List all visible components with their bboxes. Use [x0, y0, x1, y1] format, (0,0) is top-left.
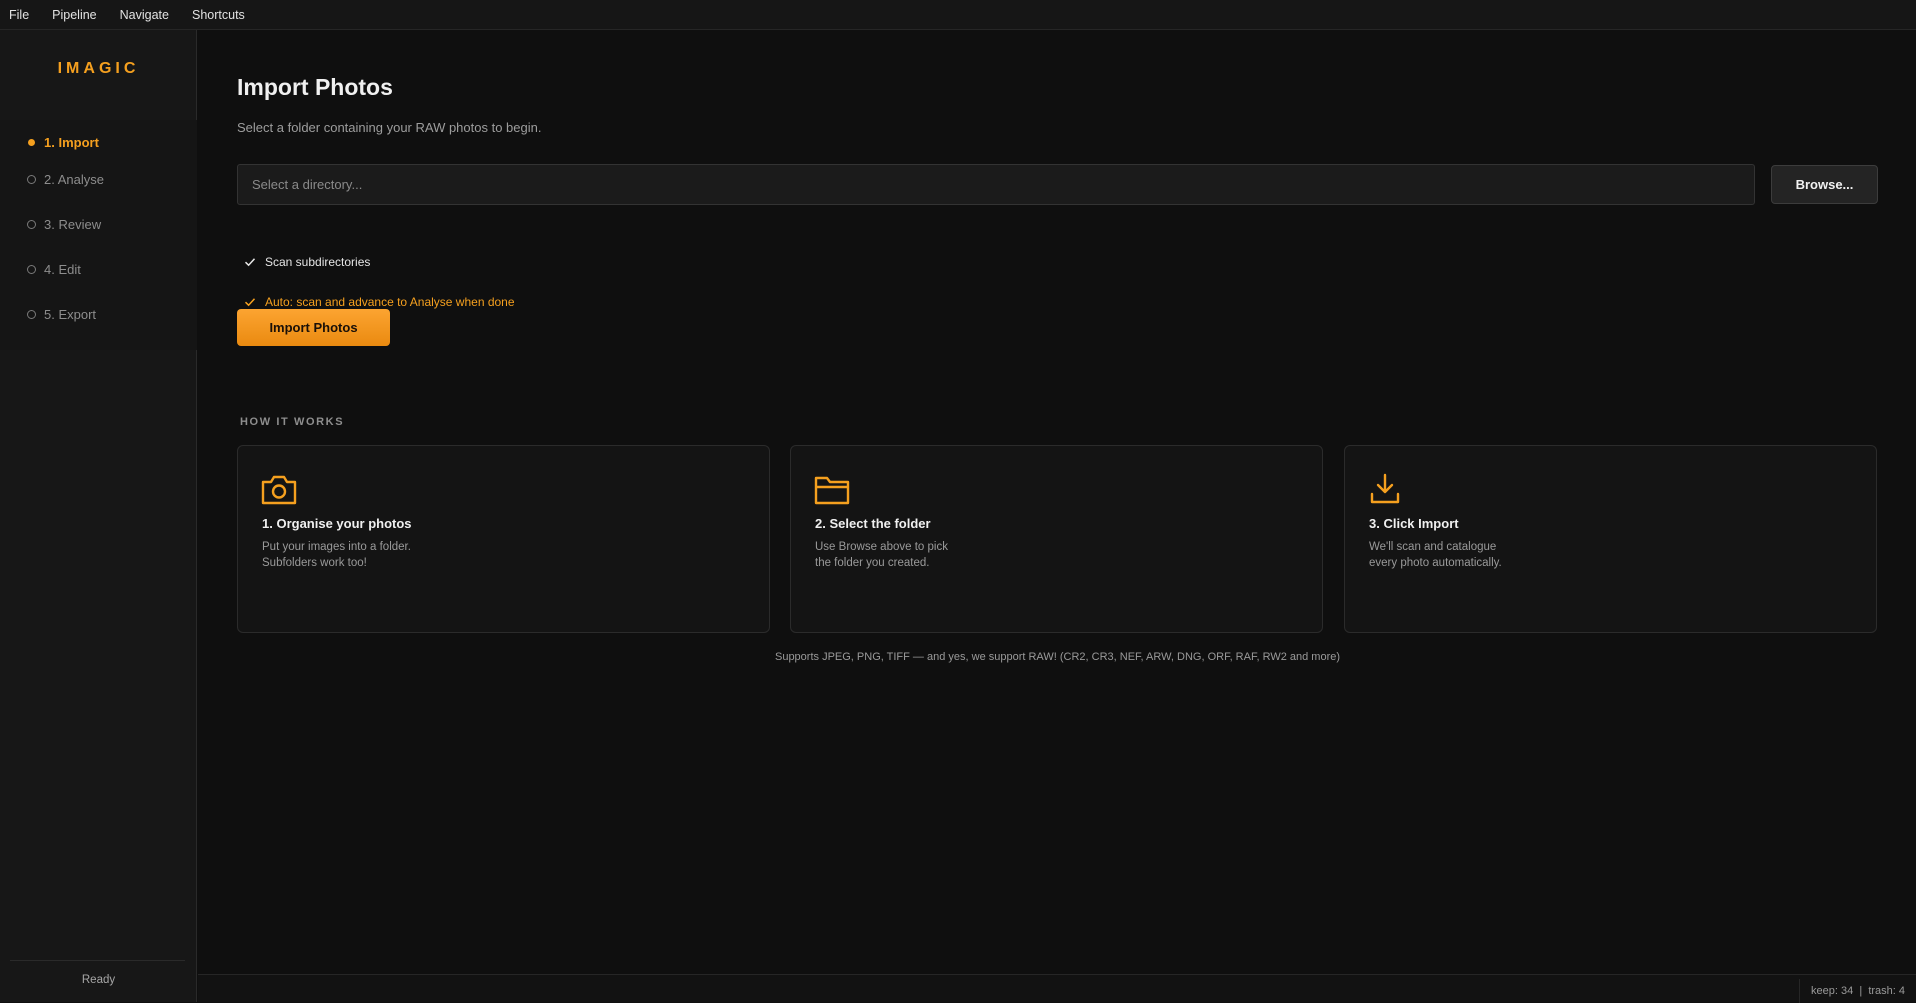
download-icon [1370, 473, 1400, 504]
card-description-line: Use Browse above to pick [815, 541, 948, 553]
card-description-line: the folder you created. [815, 557, 930, 569]
card-description-line: Put your images into a folder. [262, 541, 411, 553]
step-circle-icon [27, 175, 36, 184]
page-subtitle: Select a folder containing your RAW phot… [237, 120, 542, 135]
sidebar-item-analyse[interactable]: 2. Analyse [0, 157, 197, 202]
menu-file[interactable]: File [9, 8, 29, 22]
main-content: Import Photos Select a folder containing… [198, 30, 1916, 974]
step-circle-icon [27, 265, 36, 274]
browse-button[interactable]: Browse... [1771, 165, 1878, 204]
app-logo: IMAGIC [57, 60, 140, 77]
step-circle-icon [27, 310, 36, 319]
checkbox-label: Auto: scan and advance to Analyse when d… [265, 295, 515, 309]
card-description: We'll scan and catalogue every photo aut… [1369, 539, 1502, 571]
card-title: 1. Organise your photos [262, 516, 412, 531]
scan-subdirectories-checkbox[interactable]: Scan subdirectories [243, 255, 370, 269]
sidebar-item-label: 4. Edit [44, 262, 81, 277]
menu-shortcuts[interactable]: Shortcuts [192, 8, 245, 22]
keep-trash-counts: keep: 34 | trash: 4 [1799, 979, 1916, 1003]
step-card-click-import: 3. Click Import We'll scan and catalogue… [1344, 445, 1877, 633]
menu-bar: File Pipeline Navigate Shortcuts [0, 0, 1916, 30]
sidebar-item-export[interactable]: 5. Export [0, 292, 197, 337]
checkbox-label: Scan subdirectories [265, 255, 371, 269]
step-card-select-folder: 2. Select the folder Use Browse above to… [790, 445, 1323, 633]
counts-text: keep: 34 | trash: 4 [1811, 985, 1905, 997]
how-it-works-heading: HOW IT WORKS [240, 416, 345, 428]
step-card-organise: 1. Organise your photos Put your images … [237, 445, 770, 633]
card-description-line: Subfolders work too! [262, 557, 367, 569]
supported-formats-note: Supports JPEG, PNG, TIFF — and yes, we s… [774, 651, 1341, 663]
directory-input[interactable] [237, 164, 1755, 205]
sidebar: IMAGIC 1. Import 2. Analyse 3. Review 4.… [0, 30, 197, 1002]
sidebar-item-label: 2. Analyse [44, 172, 104, 187]
status-bar: keep: 34 | trash: 4 [198, 974, 1916, 1003]
status-text: Ready [81, 974, 116, 986]
sidebar-item-label: 1. Import [44, 135, 99, 150]
sidebar-item-label: 5. Export [44, 307, 97, 322]
folder-icon [814, 476, 850, 505]
sidebar-item-review[interactable]: 3. Review [0, 202, 197, 247]
step-circle-icon [27, 220, 36, 229]
menu-pipeline[interactable]: Pipeline [52, 8, 96, 22]
page-title: Import Photos [237, 74, 393, 100]
checkmark-icon [244, 258, 256, 267]
active-step-dot-icon [28, 139, 35, 146]
pipeline-nav: 1. Import 2. Analyse 3. Review 4. Edit 5… [0, 120, 197, 350]
import-photos-button[interactable]: Import Photos [237, 309, 390, 346]
auto-advance-checkbox[interactable]: Auto: scan and advance to Analyse when d… [243, 295, 515, 309]
camera-icon [261, 475, 297, 505]
card-title: 3. Click Import [1369, 516, 1459, 531]
checkmark-icon [244, 298, 256, 307]
card-description-line: We'll scan and catalogue [1369, 541, 1497, 553]
card-description-line: every photo automatically. [1369, 557, 1502, 569]
sidebar-item-label: 3. Review [44, 217, 102, 232]
sidebar-item-edit[interactable]: 4. Edit [0, 247, 197, 292]
divider [10, 960, 185, 961]
card-title: 2. Select the folder [815, 516, 931, 531]
menu-navigate[interactable]: Navigate [120, 8, 169, 22]
card-description: Use Browse above to pick the folder you … [815, 539, 948, 571]
card-description: Put your images into a folder. Subfolder… [262, 539, 411, 571]
